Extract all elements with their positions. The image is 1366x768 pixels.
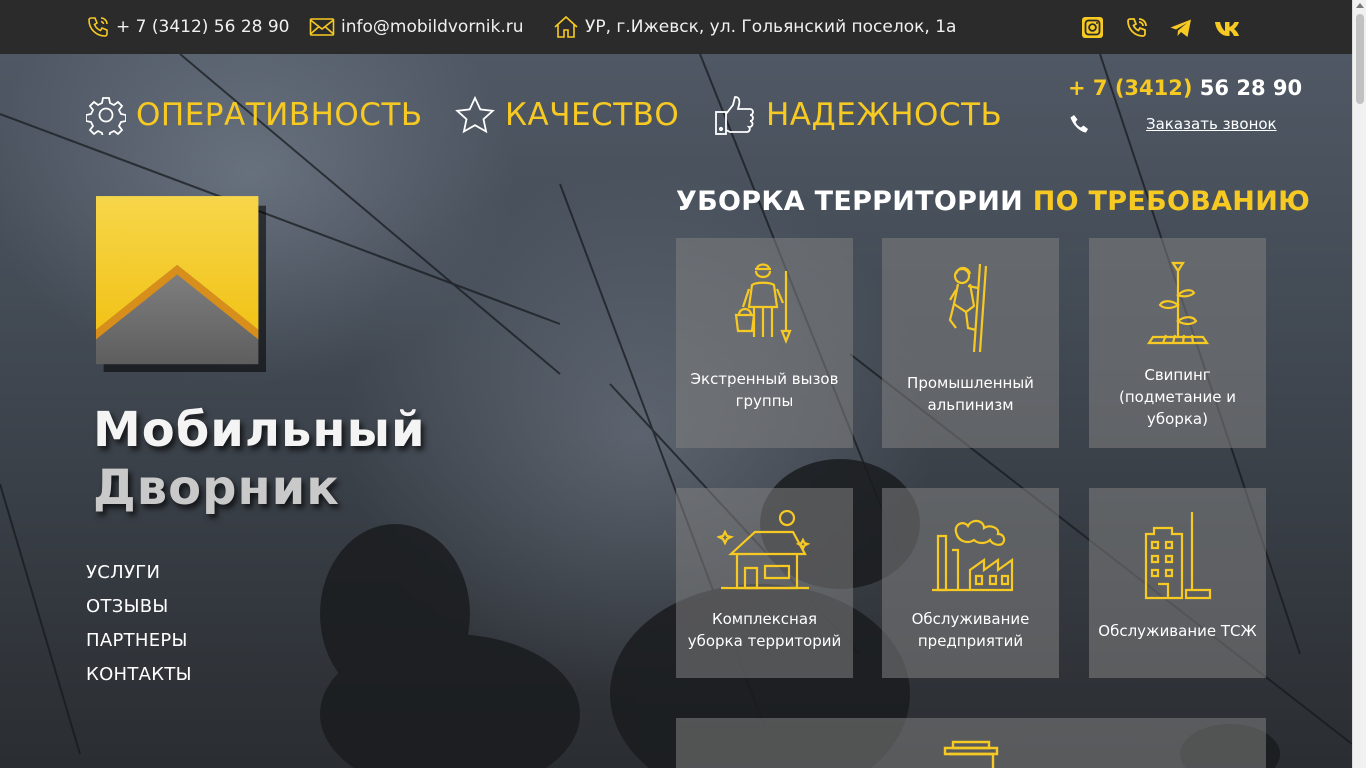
climber-icon (948, 263, 987, 353)
brand-name-line1: Мобильный (93, 402, 426, 458)
nav-item-services[interactable]: УСЛУГИ (86, 562, 192, 596)
feature-reliability-label: НАДЕЖНОСТЬ (766, 97, 1003, 133)
phone-icon (88, 17, 108, 37)
feature-speed-label: ОПЕРАТИВНОСТЬ (136, 97, 423, 133)
apartment-icon (1144, 512, 1211, 600)
service-label: Экстренный вызов группы (690, 370, 839, 410)
header-phone-code: + 7 (3412) (1068, 76, 1193, 100)
topbar-email-text[interactable]: info@mobildvornik.ru (341, 17, 524, 37)
handset-icon (1070, 115, 1088, 133)
main-nav: УСЛУГИ ОТЗЫВЫ ПАРТНЕРЫ КОНТАКТЫ (86, 562, 192, 698)
scroll-up-arrow[interactable] (1356, 3, 1364, 8)
service-card-tszh[interactable]: Обслуживание ТСЖ (1089, 488, 1266, 678)
top-bar: + 7 (3412) 56 28 90 info@mobildvornik.ru… (0, 0, 1352, 54)
topbar-email[interactable]: info@mobildvornik.ru (309, 0, 524, 54)
service-card-enterprise[interactable]: Обслуживание предприятий (882, 488, 1059, 678)
scrollbar[interactable] (1352, 0, 1366, 768)
nav-item-partners[interactable]: ПАРТНЕРЫ (86, 630, 192, 664)
topbar-phone-text[interactable]: + 7 (3412) 56 28 90 (116, 17, 290, 37)
topbar-address-text: УР, г.Ижевск, ул. Гольянский поселок, 1а (585, 17, 957, 37)
callback-link[interactable]: Заказать звонок (1146, 115, 1277, 133)
service-label: Свипинг (подметание и уборка) (1119, 366, 1236, 428)
service-card-complex[interactable]: Комплексная уборка территорий (676, 488, 853, 678)
topbar-phone[interactable]: + 7 (3412) 56 28 90 (86, 0, 290, 54)
services-title-yellow: ПО ТРЕБОВАНИЮ (1032, 186, 1311, 217)
service-label: Обслуживание ТСЖ (1098, 622, 1257, 640)
feature-quality-label: КАЧЕСТВО (505, 97, 680, 133)
feature-speed: ОПЕРАТИВНОСТЬ (86, 94, 423, 136)
service-label: Обслуживание предприятий (911, 610, 1030, 650)
services-title: УБОРКА ТЕРРИТОРИИ ПО ТРЕБОВАНИЮ (676, 186, 1310, 217)
service-card-alpinism[interactable]: Промышленный альпинизм (882, 238, 1059, 448)
header-phone-number: 56 28 90 (1199, 76, 1303, 100)
header-phone[interactable]: + 7 (3412) 56 28 90 (1068, 76, 1302, 100)
service-card-emergency[interactable]: Экстренный вызов группы (676, 238, 853, 448)
scrollbar-thumb[interactable] (1356, 14, 1364, 104)
service-label: Промышленный альпинизм (907, 374, 1034, 414)
brand-name-line2: Дворник (93, 460, 340, 516)
janitor-icon (734, 263, 792, 344)
trash-bin-icon (943, 740, 999, 768)
thumbs-up-icon (715, 96, 754, 135)
topbar-address: УР, г.Ижевск, ул. Гольянский поселок, 1а (553, 0, 956, 54)
gear-icon (86, 97, 126, 135)
services-title-white: УБОРКА ТЕРРИТОРИИ (676, 186, 1023, 217)
service-card-sweeping[interactable]: Свипинг (подметание и уборка) (1089, 238, 1266, 448)
nav-item-contacts[interactable]: КОНТАКТЫ (86, 664, 192, 698)
star-icon (455, 96, 495, 134)
nav-item-reviews[interactable]: ОТЗЫВЫ (86, 596, 192, 630)
feature-reliability: НАДЕЖНОСТЬ (714, 94, 1002, 136)
instagram-icon[interactable] (1082, 17, 1103, 38)
feature-quality: КАЧЕСТВО (455, 94, 679, 136)
service-card-more[interactable] (676, 718, 1266, 768)
factory-icon (931, 519, 1013, 592)
telegram-icon[interactable] (1170, 19, 1192, 38)
logo-icon (96, 196, 266, 372)
vk-icon[interactable] (1215, 21, 1243, 37)
house-icon (716, 510, 810, 590)
mail-icon (309, 18, 335, 36)
rake-icon (1146, 261, 1209, 345)
home-icon (554, 15, 578, 38)
viber-icon[interactable] (1126, 17, 1148, 39)
service-label: Комплексная уборка территорий (687, 610, 842, 650)
